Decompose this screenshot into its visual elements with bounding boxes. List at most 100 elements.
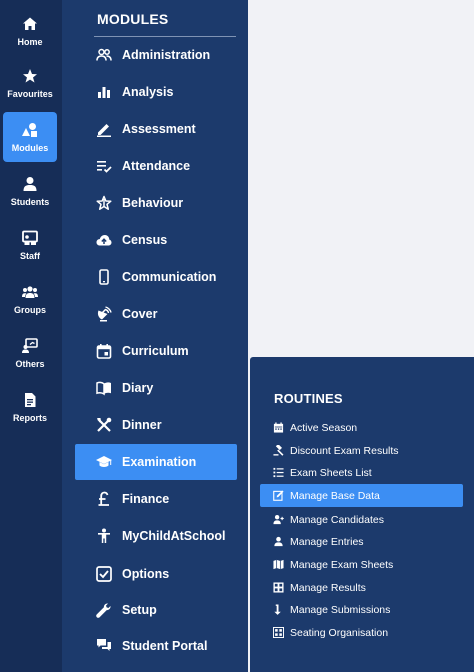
routine-active-season[interactable]: Active Season	[260, 416, 463, 439]
users-icon	[22, 285, 38, 298]
pencil-icon	[97, 124, 111, 137]
routine-label: Manage Exam Sheets	[290, 558, 394, 571]
module-examination[interactable]: Examination	[75, 444, 237, 480]
routine-manage-base-data[interactable]: Manage Base Data	[260, 484, 463, 507]
module-label: Setup	[122, 603, 157, 617]
user-plus-icon	[273, 515, 284, 525]
routines-title: ROUTINES	[274, 391, 343, 406]
routine-label: Manage Results	[290, 581, 366, 594]
rail-item-label: Others	[15, 358, 45, 369]
routine-manage-entries[interactable]: Manage Entries	[260, 530, 463, 553]
rail-item-label: Students	[10, 196, 50, 207]
pound-icon	[98, 491, 109, 506]
rail-item-label: Groups	[13, 304, 46, 315]
routine-label: Seating Organisation	[290, 626, 389, 639]
user-group-icon	[96, 48, 112, 61]
module-options[interactable]: Options	[75, 556, 237, 592]
rail-item-staff[interactable]: Staff	[3, 220, 57, 270]
routine-manage-results[interactable]: Manage Results	[260, 576, 463, 599]
user-icon	[274, 536, 283, 547]
module-analysis[interactable]: Analysis	[75, 74, 237, 110]
star-outline-icon	[96, 195, 112, 210]
module-label: Communication	[122, 270, 217, 284]
teacher-board-icon	[22, 230, 38, 245]
rail-item-modules[interactable]: Modules	[3, 112, 57, 162]
routine-label: Exam Sheets List	[290, 466, 372, 479]
child-icon	[98, 528, 110, 543]
presenter-icon	[22, 337, 38, 353]
rail-item-label: Modules	[11, 142, 49, 153]
calendar-icon	[273, 422, 284, 433]
rail-item-reports[interactable]: Reports	[3, 382, 57, 432]
rail-item-others[interactable]: Others	[3, 328, 57, 378]
graduation-cap-icon	[96, 456, 112, 467]
module-assessment[interactable]: Assessment	[75, 111, 237, 147]
routine-label: Discount Exam Results	[290, 444, 399, 457]
module-label: Assessment	[122, 122, 196, 136]
satellite-dish-icon	[97, 306, 112, 322]
module-label: Student Portal	[122, 639, 208, 653]
module-label: Analysis	[122, 85, 174, 99]
bar-chart-icon	[98, 87, 110, 98]
cloud-upload-icon	[96, 235, 112, 246]
module-setup[interactable]: Setup	[75, 592, 237, 628]
routine-manage-submissions[interactable]: Manage Submissions	[260, 598, 463, 621]
module-attendance[interactable]: Attendance	[75, 148, 237, 184]
module-label: Behaviour	[122, 196, 184, 210]
module-label: Attendance	[122, 159, 191, 173]
report-file-icon	[25, 392, 36, 407]
shapes-icon	[22, 122, 37, 137]
module-label: MyChildAtSchool	[122, 529, 226, 543]
routine-label: Manage Entries	[290, 535, 364, 548]
map-icon	[273, 559, 284, 570]
chat-icon	[97, 639, 111, 651]
rail-item-home[interactable]: Home	[3, 6, 57, 56]
rail-item-label: Home	[17, 36, 43, 47]
routine-label: Manage Base Data	[290, 489, 380, 502]
rail-item-groups[interactable]: Groups	[3, 274, 57, 324]
calendar-icon	[96, 344, 112, 359]
mobile-phone-icon	[99, 269, 109, 285]
rail-item-favourites[interactable]: Favourites	[3, 58, 57, 108]
left-rail: Home Favourites Modules Students Staff G…	[0, 0, 62, 672]
checklist-icon	[97, 161, 112, 173]
routine-manage-exam-sheets[interactable]: Manage Exam Sheets	[260, 553, 463, 576]
module-census[interactable]: Census	[75, 222, 237, 258]
routine-label: Manage Candidates	[290, 513, 384, 526]
module-student-portal[interactable]: Student Portal	[75, 628, 237, 664]
routines-panel: ROUTINES Active Season Discount Exam Res…	[250, 357, 474, 672]
module-communication[interactable]: Communication	[75, 259, 237, 295]
list-icon	[273, 467, 284, 478]
module-behaviour[interactable]: Behaviour	[75, 185, 237, 221]
home-icon	[23, 17, 37, 30]
arrow-down-icon	[274, 604, 281, 615]
module-label: Dinner	[122, 418, 162, 432]
wrench-icon	[96, 603, 111, 618]
module-dinner[interactable]: Dinner	[75, 407, 237, 443]
module-curriculum[interactable]: Curriculum	[75, 333, 237, 369]
routine-discount-exam-results[interactable]: Discount Exam Results	[260, 439, 463, 462]
module-label: Curriculum	[122, 344, 189, 358]
routine-seating-organisation[interactable]: Seating Organisation	[260, 621, 463, 644]
star-icon	[23, 68, 37, 82]
module-label: Census	[122, 233, 168, 247]
module-diary[interactable]: Diary	[75, 370, 237, 406]
routine-exam-sheets-list[interactable]: Exam Sheets List	[260, 461, 463, 484]
rail-item-label: Favourites	[7, 88, 53, 99]
rail-item-label: Reports	[12, 412, 47, 423]
module-administration[interactable]: Administration	[75, 37, 237, 73]
routine-label: Manage Submissions	[290, 603, 391, 616]
rail-item-students[interactable]: Students	[3, 166, 57, 216]
module-finance[interactable]: Finance	[75, 481, 237, 517]
routine-label: Active Season	[290, 421, 358, 434]
module-label: Cover	[122, 307, 158, 321]
routine-manage-candidates[interactable]: Manage Candidates	[260, 508, 463, 531]
edit-icon	[273, 490, 284, 501]
module-mychildatschool[interactable]: MyChildAtSchool	[75, 518, 237, 554]
module-label: Finance	[122, 492, 170, 506]
grid-icon	[273, 582, 284, 593]
checkbox-icon	[96, 566, 112, 582]
module-cover[interactable]: Cover	[75, 296, 237, 332]
book-open-icon	[96, 381, 111, 396]
module-label: Examination	[122, 455, 197, 469]
